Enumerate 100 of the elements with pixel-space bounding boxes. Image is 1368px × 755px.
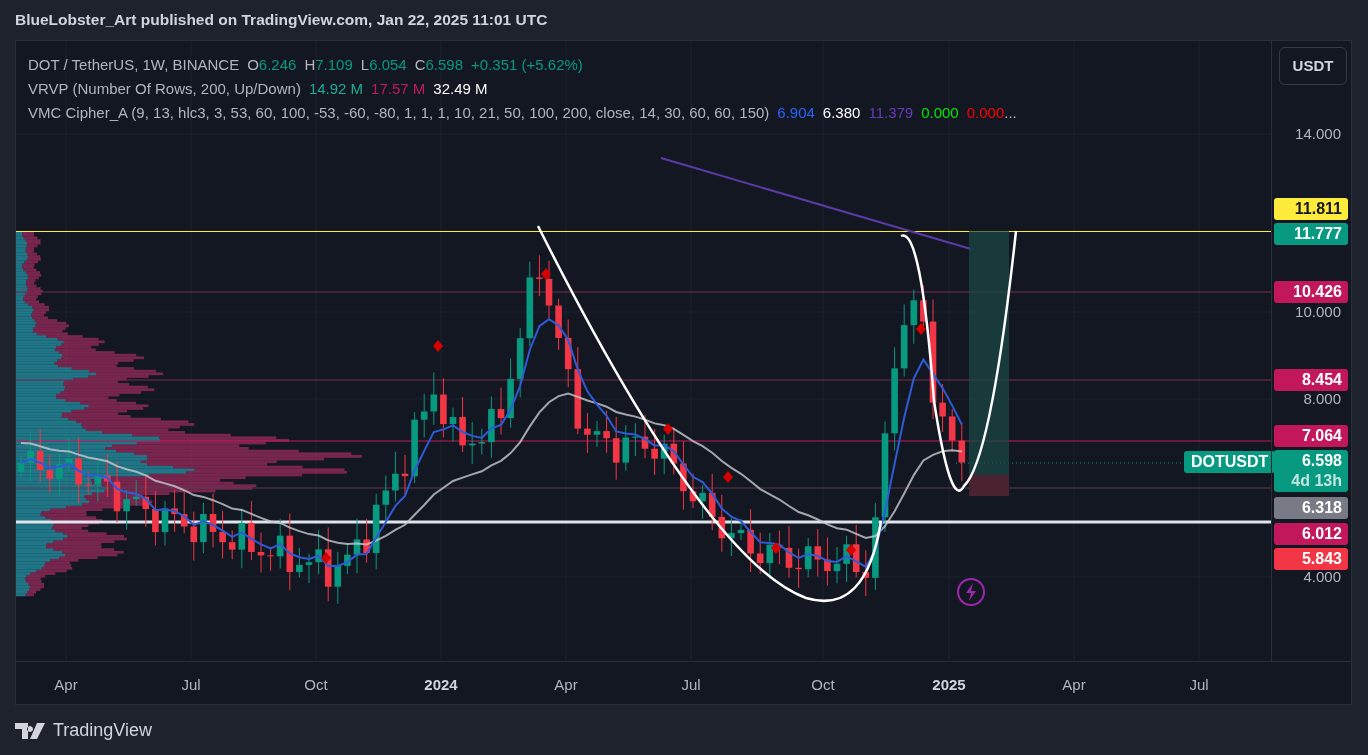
overflow-ellipsis: ... (1004, 103, 1017, 123)
candlestick (401, 454, 409, 496)
signal-diamond-icon (723, 471, 733, 483)
candlestick (248, 500, 255, 561)
candlestick (603, 410, 610, 454)
candlestick (507, 358, 514, 429)
candlestick (795, 548, 802, 589)
candlestick (708, 473, 716, 531)
candlestick (315, 529, 322, 575)
time-label: 2025 (932, 675, 966, 695)
candlestick (766, 532, 774, 580)
candlestick (468, 421, 476, 465)
candlestick (267, 546, 274, 572)
candlestick (190, 511, 198, 562)
candlestick (305, 553, 313, 584)
candlestick (488, 395, 495, 459)
candlestick (593, 420, 601, 448)
candlestick (180, 491, 188, 534)
ohlc-value: 6.054 (369, 55, 407, 75)
price-tick: 10.000 (1295, 301, 1341, 322)
indicator-value: 0.000 (966, 103, 1005, 123)
candlestick (104, 453, 111, 498)
candlestick (641, 414, 649, 459)
candlestick (382, 475, 390, 521)
signal-diamond-icon (916, 323, 926, 335)
indicator-value: 6.904 (777, 103, 815, 123)
time-label: Jul (1189, 675, 1209, 695)
candlestick (660, 434, 668, 475)
signal-diamond-icon (321, 552, 331, 564)
candlestick (36, 428, 44, 483)
candlestick (132, 479, 140, 507)
candlestick (65, 437, 73, 473)
lightning-icon[interactable] (957, 578, 985, 606)
indicator-name: VRVP (Number Of Rows, 200, Up/Down) (28, 79, 301, 99)
logo-text: TradingView (53, 719, 153, 742)
candlestick (152, 490, 159, 546)
candlestick (824, 536, 831, 587)
price-label: 7.064 (1274, 425, 1348, 447)
candlestick (958, 422, 966, 482)
candlestick (459, 396, 466, 453)
currency-button[interactable]: USDT (1279, 47, 1347, 85)
candlestick (209, 492, 217, 548)
candlestick (363, 518, 370, 564)
time-label: Apr (1062, 675, 1086, 695)
ohlc-label: O (247, 55, 259, 75)
candlestick (814, 528, 822, 578)
candlestick (833, 546, 841, 584)
candlestick (228, 529, 236, 560)
ohlc-label: H (304, 55, 316, 75)
price-label: 6.012 (1274, 523, 1348, 545)
indicator-value: 11.379 (868, 103, 914, 123)
candlestick (440, 377, 447, 438)
candlestick (113, 461, 121, 523)
candlestick (17, 455, 25, 478)
symbol-name: DOT / TetherUS, 1W, BINANCE (28, 55, 240, 75)
candlestick (651, 428, 658, 476)
candlestick (728, 517, 735, 557)
time-label: Apr (554, 675, 578, 695)
candlestick (785, 525, 793, 578)
candlestick (161, 500, 169, 546)
candlestick (449, 407, 457, 443)
candlestick (334, 551, 342, 605)
indicator-value: 32.49 M (433, 79, 488, 99)
candlestick (219, 510, 226, 560)
time-label: Jul (181, 675, 201, 695)
candlestick (612, 416, 620, 481)
time-label: Jul (681, 675, 701, 695)
candlestick (948, 408, 956, 453)
candlestick (478, 428, 486, 456)
indicator-value: 14.92 M (308, 79, 364, 99)
publish-info: BlueLobster_Art published on TradingView.com, Jan 22, 2025 11:01 UTC (15, 11, 548, 28)
candlestick (852, 524, 860, 578)
ohlc-value: 6.246 (258, 55, 297, 75)
price-tick: 14.000 (1295, 123, 1341, 144)
candlestick (843, 535, 850, 583)
price-label: 6.598 4d 13h (1274, 450, 1348, 492)
ohlc-label: L (360, 55, 370, 75)
candlestick (46, 454, 54, 494)
time-label: Oct (811, 675, 835, 695)
indicator-name: VMC Cipher_A (9, 13, hlc3, 3, 53, 60, 100, -53, -60, -80, 1, 1, 1, 10, 21, 50, 100, 200, close, 14, 30, 60, 60, 150) (28, 103, 770, 123)
candlestick (142, 474, 150, 528)
candlestick (497, 387, 505, 435)
candlestick (756, 532, 764, 575)
price-label: 11.811 (1274, 198, 1348, 220)
candlestick (632, 422, 639, 457)
candlestick (344, 542, 351, 575)
candlestick (804, 537, 812, 578)
candlestick (171, 489, 178, 533)
candlestick (622, 424, 630, 472)
candlestick (718, 494, 726, 553)
candlestick (699, 484, 706, 520)
candlestick (27, 432, 34, 482)
candlestick (862, 549, 870, 597)
ohlc-label: C (414, 55, 426, 75)
candlestick (516, 327, 524, 398)
signal-diamond-icon (771, 542, 781, 554)
price-label: 6.318 (1274, 497, 1348, 519)
price-label: 5.843 (1274, 548, 1348, 570)
candlestick (430, 371, 438, 426)
candlestick (296, 547, 303, 578)
